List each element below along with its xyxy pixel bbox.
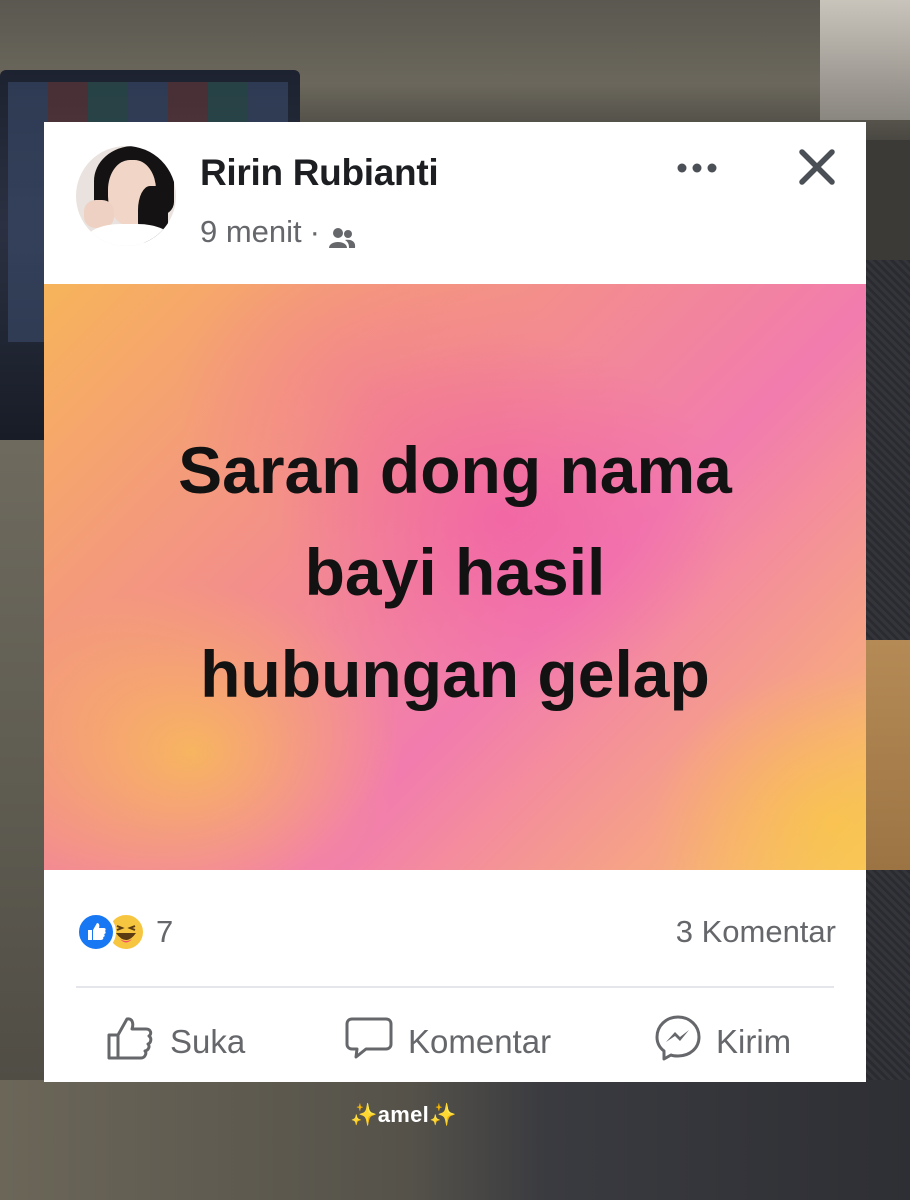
comment-label: Komentar — [408, 1023, 552, 1060]
like-button[interactable]: Suka — [106, 1016, 245, 1068]
close-button[interactable] — [792, 144, 842, 194]
messenger-icon — [654, 1014, 716, 1070]
avatar[interactable] — [76, 146, 176, 246]
background-floor — [0, 1080, 910, 1200]
reaction-count: 7 — [156, 914, 174, 949]
close-icon — [797, 147, 837, 192]
avatar-shirt — [86, 224, 172, 246]
background-book — [820, 0, 910, 120]
watermark: ✨amel✨ — [350, 1102, 457, 1128]
post-actions: Suka Komentar Kirim — [44, 1008, 866, 1082]
like-label: Suka — [170, 1023, 246, 1060]
post-background: Saran dong nama bayi hasil hubungan gela… — [44, 284, 866, 870]
author-name[interactable]: Ririn Rubianti — [200, 152, 439, 194]
comment-button[interactable]: Komentar — [344, 1016, 551, 1068]
more-options-icon — [675, 161, 719, 179]
comment-bubble-icon — [344, 1015, 408, 1069]
send-label: Kirim — [716, 1023, 792, 1060]
sparkle-right: ✨ — [429, 1102, 457, 1127]
post-meta: 9 menit · — [200, 214, 356, 250]
friends-icon — [328, 221, 356, 248]
facebook-post-card: Ririn Rubianti 9 menit · Saran dong nama… — [44, 122, 866, 1082]
meta-separator: · — [309, 214, 320, 249]
sparkle-left: ✨ — [350, 1102, 378, 1127]
comments-count[interactable]: 3 Komentar — [676, 914, 836, 950]
like-reaction-icon — [76, 912, 116, 952]
post-text: Saran dong nama bayi hasil hubungan gela… — [178, 433, 732, 711]
send-button[interactable]: Kirim — [654, 1014, 792, 1070]
thumbs-up-icon — [106, 1015, 170, 1069]
watermark-text: amel — [377, 1102, 430, 1127]
post-header: Ririn Rubianti 9 menit · — [44, 122, 866, 282]
background-board — [860, 640, 910, 870]
more-options-button[interactable] — [672, 152, 722, 188]
reactions-summary[interactable]: 7 — [76, 912, 173, 952]
post-time[interactable]: 9 menit — [200, 214, 302, 250]
footer-divider — [76, 986, 834, 988]
